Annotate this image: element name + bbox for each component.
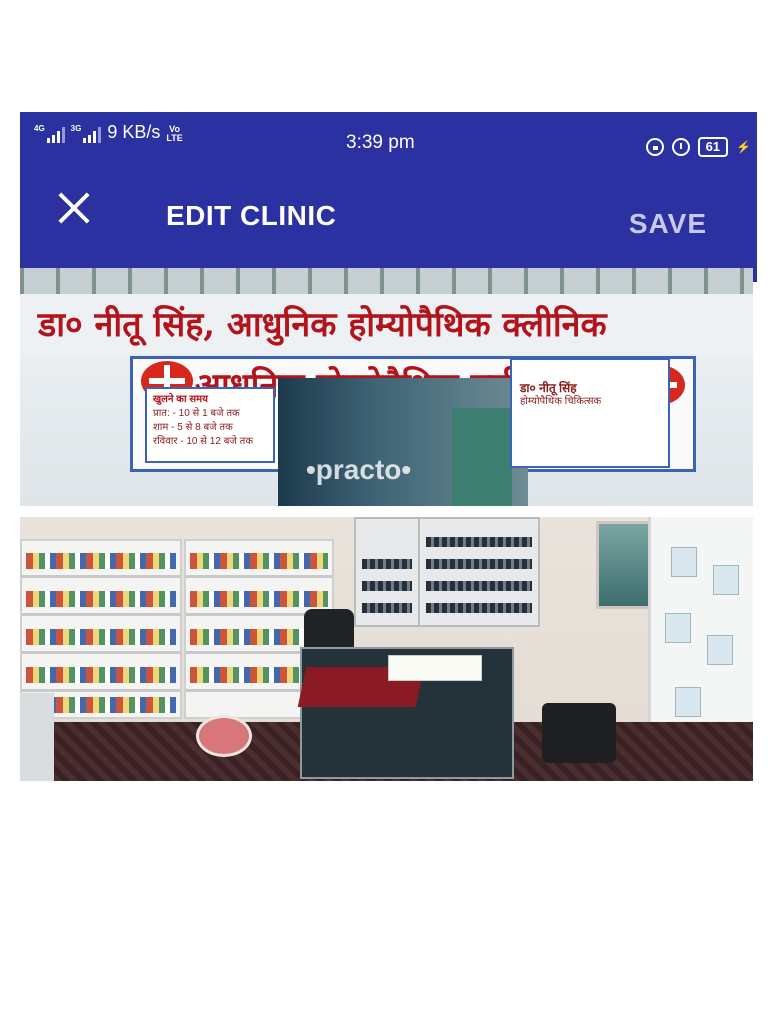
clinic-interior-photo[interactable] bbox=[20, 517, 753, 781]
railing bbox=[20, 268, 753, 294]
app-header: 4G 3G 9 KB/s Vo LTE 3:39 pm 61 ⚡ EDIT CL… bbox=[20, 112, 757, 282]
status-bar: 4G 3G 9 KB/s Vo LTE 3:39 pm 61 ⚡ bbox=[20, 112, 757, 174]
data-speed: 9 KB/s bbox=[107, 122, 161, 142]
volte-icon: Vo LTE bbox=[166, 125, 182, 143]
timing-morning: प्रात: - 10 से 1 बजे तक bbox=[153, 408, 240, 419]
register-book bbox=[388, 655, 482, 681]
battery-icon: 61 bbox=[697, 137, 729, 157]
network-4g-label: 4G bbox=[34, 124, 45, 133]
lock-icon bbox=[645, 138, 664, 156]
alarm-icon bbox=[671, 138, 690, 156]
signboard-text: डा० नीतू सिंह, आधुनिक होम्योपैथिक क्लीनि… bbox=[38, 305, 607, 345]
main-signboard: डा० नीतू सिंह, आधुनिक होम्योपैथिक क्लीनि… bbox=[20, 294, 753, 354]
plate-role: होम्योपैथिक चिकित्सक bbox=[520, 396, 602, 407]
watermark: •practo• bbox=[306, 454, 412, 485]
doctor-name-plate: डा० नीतू सिंह होम्योपैथिक चिकित्सक bbox=[510, 358, 670, 468]
volte-bottom: LTE bbox=[166, 133, 183, 143]
plate-name: डा० नीतू सिंह bbox=[520, 381, 577, 395]
timing-sunday: रविवार - 10 से 12 बजे तक bbox=[153, 436, 253, 447]
timing-evening: शाम - 5 से 8 बजे तक bbox=[153, 422, 233, 433]
glass-cabinet-1 bbox=[354, 517, 420, 627]
close-icon[interactable] bbox=[54, 188, 94, 228]
page-title: EDIT CLINIC bbox=[166, 200, 337, 231]
timing-board: खुलने का समय प्रात: - 10 से 1 बजे तक शाम… bbox=[145, 387, 275, 463]
green-door bbox=[452, 408, 512, 506]
save-button[interactable]: SAVE bbox=[629, 208, 707, 240]
status-left: 4G 3G 9 KB/s Vo LTE bbox=[34, 122, 183, 143]
basin bbox=[196, 715, 252, 757]
signal-icon-2 bbox=[83, 127, 102, 143]
battery-level: 61 bbox=[705, 139, 721, 154]
toolbar: EDIT CLINIC SAVE bbox=[20, 174, 757, 282]
medicine-shelf-left bbox=[20, 539, 182, 719]
charging-icon: ⚡ bbox=[736, 140, 751, 154]
counter-edge bbox=[20, 693, 54, 781]
stool bbox=[542, 703, 616, 763]
glass-cabinet-2 bbox=[418, 517, 540, 627]
timing-title: खुलने का समय bbox=[153, 394, 208, 405]
clinic-exterior-photo[interactable]: डा० नीतू सिंह, आधुनिक होम्योपैथिक क्लीनि… bbox=[20, 268, 753, 506]
status-time: 3:39 pm bbox=[346, 132, 415, 153]
signal-icon bbox=[46, 127, 65, 143]
status-right: 61 ⚡ bbox=[645, 137, 751, 157]
network-3g-label: 3G bbox=[70, 124, 82, 133]
